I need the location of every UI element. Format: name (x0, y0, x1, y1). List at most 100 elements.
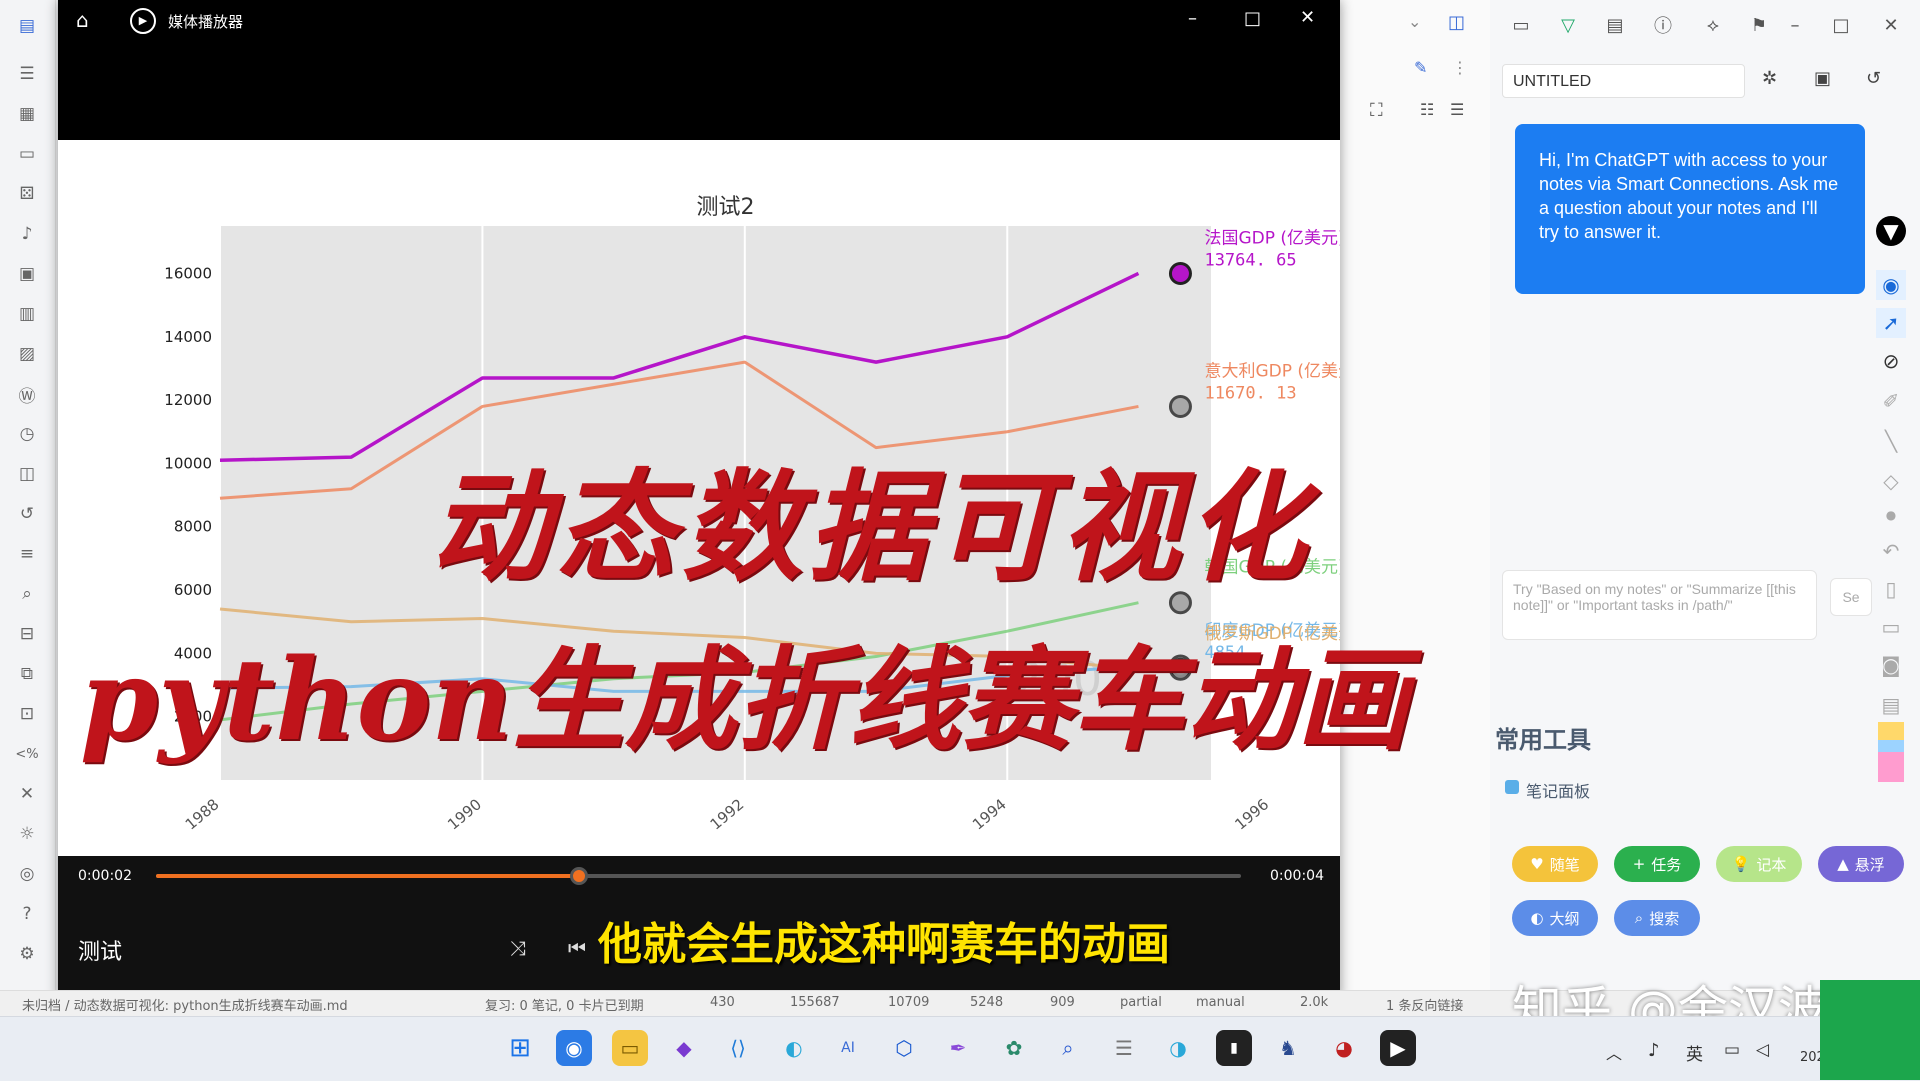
unordered-list-icon[interactable]: ☰ (1450, 100, 1464, 119)
start-icon[interactable]: ⊞ (502, 1030, 538, 1066)
undo-icon[interactable]: ↶ (1876, 536, 1906, 566)
notebook-button[interactable]: 💡 记本 (1716, 846, 1802, 882)
search-button[interactable]: ⌕ 搜索 (1614, 900, 1700, 936)
vscode-icon[interactable]: ⟨⟩ (720, 1030, 756, 1066)
bulb-icon[interactable]: ☼ (15, 822, 39, 846)
color-swatch[interactable] (1878, 722, 1904, 782)
dice-icon[interactable]: ⚄ (15, 182, 39, 206)
browser-icon[interactable]: ◉ (556, 1030, 592, 1066)
home-icon[interactable]: ⌂ (76, 8, 89, 32)
bookmark-icon[interactable]: ◫ (15, 462, 39, 486)
filter-icon[interactable]: ▽ (1555, 12, 1581, 38)
close-icon[interactable]: ✕ (1878, 12, 1904, 38)
terminal-icon[interactable]: ▮ (1216, 1030, 1252, 1066)
send-button[interactable]: Se (1830, 578, 1872, 616)
help-icon[interactable]: ? (15, 902, 39, 926)
network-icon[interactable]: ▭ (1724, 1040, 1740, 1060)
outline-button[interactable]: ◐ 大纲 (1512, 900, 1598, 936)
archive-icon[interactable]: ▤ (1602, 12, 1628, 38)
marker-icon[interactable]: ✐ (1876, 386, 1906, 416)
book-icon[interactable]: ⊟ (15, 622, 39, 646)
chatgpt-icon[interactable]: ✿ (996, 1030, 1032, 1066)
obsidian-icon[interactable]: ◆ (666, 1030, 702, 1066)
search-icon[interactable]: ⌕ (15, 582, 39, 606)
save-icon[interactable]: ▣ (1814, 68, 1831, 89)
seek-track[interactable] (156, 867, 1241, 885)
chat-input[interactable]: Try "Based on my notes" or "Summarize [[… (1502, 570, 1817, 640)
pin-icon[interactable]: ⚑ (1746, 12, 1772, 38)
chrome-icon[interactable]: ◕ (1326, 1030, 1362, 1066)
overlay-title-line2: python生成折线赛车动画 (80, 635, 1409, 766)
settings-icon[interactable]: ⚙ (15, 942, 39, 966)
minimize-icon[interactable]: – (1782, 12, 1808, 38)
clock-icon[interactable]: ◷ (15, 422, 39, 446)
layout-icon[interactable]: ▣ (15, 262, 39, 286)
calendar-icon[interactable]: ▭ (15, 142, 39, 166)
microphone-icon[interactable]: ♪ (1648, 1040, 1660, 1061)
previous-icon[interactable]: ⏮ (568, 936, 586, 960)
line-icon[interactable]: ╲ (1876, 426, 1906, 456)
minimize-icon[interactable]: – (1188, 8, 1197, 29)
input-method[interactable]: 英 (1686, 1040, 1703, 1065)
maximize-icon[interactable]: □ (1828, 12, 1854, 38)
clipboard-icon[interactable]: ▤ (1876, 690, 1906, 720)
microphone-icon[interactable]: ♪ (15, 222, 39, 246)
pointer-icon[interactable]: ➚ (1876, 308, 1906, 338)
calendar-icon[interactable]: ▭ (1508, 12, 1534, 38)
task-button[interactable]: + 任务 (1614, 846, 1700, 882)
table-icon[interactable]: ▥ (15, 302, 39, 326)
edge-dev-icon[interactable]: ◑ (1160, 1030, 1196, 1066)
volume-icon[interactable]: ◁ (1756, 1040, 1769, 1060)
ordered-list-icon[interactable]: ☷ (1420, 100, 1434, 119)
connections-icon[interactable]: ⟡ (1700, 12, 1726, 38)
smart-icon[interactable]: ✲ (1762, 68, 1777, 89)
expand-icon[interactable]: ⛶ (1370, 100, 1383, 121)
note-title-field[interactable]: UNTITLED (1502, 64, 1745, 98)
shuffle-icon[interactable]: ⤨ (510, 936, 526, 960)
split-view-icon[interactable]: ◫ (1448, 12, 1465, 33)
ai-icon[interactable]: AI (830, 1030, 866, 1066)
list-icon[interactable]: ≡ (15, 542, 39, 566)
dot-icon[interactable]: ● (1876, 500, 1906, 530)
code-icon[interactable]: <% (15, 742, 39, 766)
pen-tip-icon[interactable]: ▼ (1876, 216, 1906, 246)
seek-thumb[interactable] (570, 867, 589, 885)
chevron-down-icon[interactable]: ⌄ (1408, 12, 1421, 31)
mode-manual[interactable]: manual (1196, 995, 1245, 1010)
info-icon[interactable]: ⓘ (1650, 12, 1676, 38)
presentation-icon[interactable]: ▨ (15, 342, 39, 366)
sidebar-toggle-icon[interactable]: ▤ (15, 14, 39, 38)
backlinks[interactable]: 1 条反向链接 (1386, 995, 1463, 1014)
board-icon[interactable]: ▭ (1876, 612, 1906, 642)
eye-icon[interactable]: ◉ (1876, 270, 1906, 300)
history-icon[interactable]: ↺ (1866, 68, 1881, 89)
search-icon[interactable]: ⌕ (1050, 1030, 1086, 1066)
chevron-up-icon[interactable]: ︿ (1606, 1040, 1622, 1064)
camera-icon[interactable]: ◙ (1876, 650, 1906, 680)
vault-icon[interactable]: ◎ (15, 862, 39, 886)
wordpress-icon[interactable]: Ⓦ (15, 382, 39, 407)
cat-icon[interactable]: ♞ (1270, 1030, 1306, 1066)
tools-icon[interactable]: ✕ (15, 782, 39, 806)
copy-icon[interactable]: ⧉ (15, 662, 39, 686)
grid-icon[interactable]: ▦ (15, 102, 39, 126)
database-icon[interactable]: ☰ (1106, 1030, 1142, 1066)
cube-icon[interactable]: ⬡ (886, 1030, 922, 1066)
maximize-icon[interactable]: □ (1244, 8, 1261, 29)
mode-partial[interactable]: partial (1120, 995, 1162, 1010)
more-icon[interactable]: ⋮ (1452, 58, 1468, 77)
lock-icon[interactable]: ⊡ (15, 702, 39, 726)
files-icon[interactable]: ☰ (15, 62, 39, 86)
feather-icon[interactable]: ✒ (940, 1030, 976, 1066)
trash-icon[interactable]: ▯ (1876, 574, 1906, 604)
float-button[interactable]: ▲ 悬浮 (1818, 846, 1904, 882)
media-player-taskbar-icon[interactable]: ▶ (1380, 1030, 1416, 1066)
edge-icon[interactable]: ◐ (776, 1030, 812, 1066)
history-icon[interactable]: ↺ (15, 502, 39, 526)
quick-note-button[interactable]: ♥ 随笔 (1512, 846, 1598, 882)
folder-icon[interactable]: ▭ (612, 1030, 648, 1066)
edit-icon[interactable]: ✎ (1414, 58, 1427, 77)
close-icon[interactable]: ✕ (1300, 7, 1315, 28)
no-draw-icon[interactable]: ⊘ (1876, 346, 1906, 376)
eraser-icon[interactable]: ◇ (1876, 466, 1906, 496)
